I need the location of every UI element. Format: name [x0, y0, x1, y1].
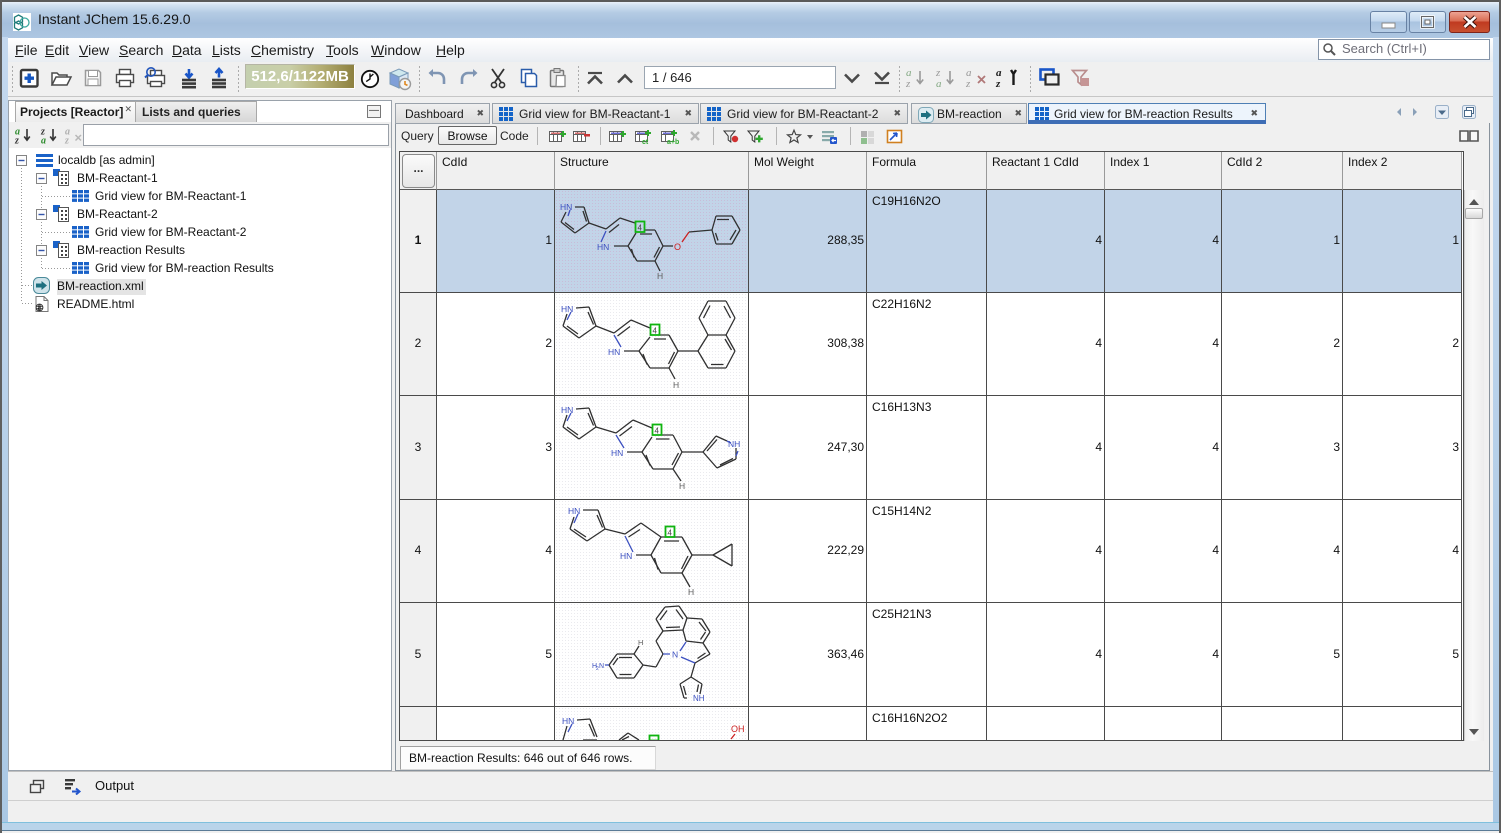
svg-text:4: 4 [655, 427, 660, 436]
svg-text:N: N [672, 650, 678, 660]
svg-text:4: 4 [638, 224, 643, 233]
svg-text:HN: HN [568, 506, 580, 516]
svg-text:z: z [995, 78, 1001, 90]
svg-text:HN: HN [597, 242, 609, 252]
svg-text:N: N [599, 663, 604, 670]
svg-text:HN: HN [561, 405, 573, 415]
svg-text:H: H [688, 587, 694, 597]
svg-text:HN: HN [608, 347, 620, 357]
svg-text:a: a [41, 136, 46, 145]
svg-text:4: 4 [653, 327, 658, 336]
svg-text:z: z [14, 136, 19, 145]
svg-text:H: H [638, 638, 643, 647]
svg-text:HN: HN [562, 716, 574, 726]
svg-text:NH: NH [728, 439, 740, 449]
svg-text:2: 2 [38, 306, 41, 312]
svg-text:OH: OH [731, 724, 745, 734]
svg-text:HN: HN [561, 304, 573, 314]
svg-text:H: H [657, 271, 663, 281]
svg-text:ct: ct [642, 139, 649, 145]
svg-text:H: H [679, 481, 685, 491]
svg-text:z: z [965, 78, 971, 90]
svg-text:4: 4 [668, 529, 673, 538]
svg-text:H: H [673, 380, 679, 390]
svg-text:HN: HN [560, 202, 572, 212]
svg-text:HN: HN [611, 448, 623, 458]
svg-text:z: z [64, 136, 69, 145]
svg-text:HN: HN [620, 551, 632, 561]
svg-text:a: a [936, 78, 942, 90]
svg-text:O: O [674, 242, 681, 252]
svg-text:a+b: a+b [667, 139, 679, 145]
svg-text:NH: NH [693, 694, 705, 703]
svg-text:z: z [905, 78, 911, 90]
